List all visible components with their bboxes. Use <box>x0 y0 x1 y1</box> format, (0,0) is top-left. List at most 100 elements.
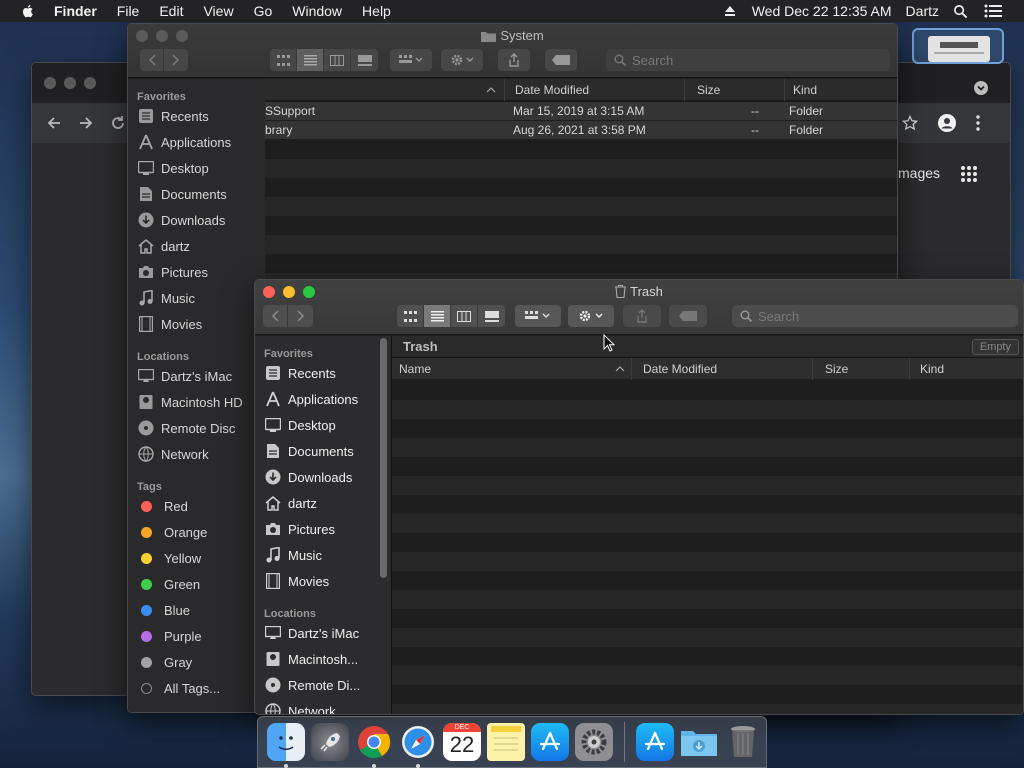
dock-launchpad[interactable] <box>311 723 349 761</box>
system-sidebar-movies[interactable]: Movies <box>128 311 265 337</box>
dock-chrome[interactable] <box>355 723 393 768</box>
file-row[interactable]: brary Aug 26, 2021 at 3:58 PM -- Folder <box>265 121 897 140</box>
trash-sidebar-music[interactable]: Music <box>255 542 391 568</box>
trash-back-button[interactable] <box>263 305 288 327</box>
trash-share-button[interactable] <box>623 305 661 327</box>
trash-sidebar-macintosh-hd[interactable]: Macintosh... <box>255 646 391 672</box>
system-search-field[interactable] <box>606 49 890 71</box>
dock-app-store[interactable] <box>531 723 569 761</box>
google-apps-icon[interactable] <box>961 166 977 182</box>
dock-trash[interactable] <box>724 723 762 761</box>
forward-arrow-icon[interactable] <box>78 115 94 131</box>
tag-item-blue[interactable]: Blue <box>128 597 265 623</box>
icon-view-button[interactable] <box>270 49 297 71</box>
system-sidebar-home[interactable]: dartz <box>128 233 265 259</box>
tag-item-orange[interactable]: Orange <box>128 519 265 545</box>
system-group-button[interactable] <box>390 49 432 71</box>
dock-calendar[interactable]: DEC 22 <box>443 723 481 761</box>
trash-sidebar-applications[interactable]: Applications <box>255 386 391 412</box>
trash-sidebar-imac[interactable]: Dartz's iMac <box>255 620 391 646</box>
empty-trash-button[interactable]: Empty <box>971 338 1019 355</box>
system-back-button[interactable] <box>140 49 164 71</box>
tag-item-gray[interactable]: Gray <box>128 649 265 675</box>
column-view-button[interactable] <box>324 49 351 71</box>
menu-help[interactable]: Help <box>362 3 391 19</box>
system-sidebar-pictures[interactable]: Pictures <box>128 259 265 285</box>
system-view-switcher[interactable] <box>270 49 378 71</box>
gallery-view-button[interactable] <box>351 49 378 71</box>
eject-icon[interactable] <box>724 5 736 17</box>
gallery-view-button[interactable] <box>478 305 505 327</box>
system-kind-column-header[interactable]: Kind <box>785 79 897 101</box>
trash-sidebar-documents[interactable]: Documents <box>255 438 391 464</box>
trash-sidebar-downloads[interactable]: Downloads <box>255 464 391 490</box>
trash-sidebar-desktop[interactable]: Desktop <box>255 412 391 438</box>
tag-item-yellow[interactable]: Yellow <box>128 545 265 571</box>
dock-finder[interactable] <box>267 723 305 768</box>
tag-item-green[interactable]: Green <box>128 571 265 597</box>
trash-group-button[interactable] <box>515 305 561 327</box>
trash-sidebar-pictures[interactable]: Pictures <box>255 516 391 542</box>
system-sidebar-imac[interactable]: Dartz's iMac <box>128 363 265 389</box>
system-sidebar-remote-disc[interactable]: Remote Disc <box>128 415 265 441</box>
menu-file[interactable]: File <box>117 3 140 19</box>
trash-sidebar-home[interactable]: dartz <box>255 490 391 516</box>
tag-item-purple[interactable]: Purple <box>128 623 265 649</box>
menu-clock[interactable]: Wed Dec 22 12:35 AM <box>752 3 892 19</box>
notification-center-icon[interactable] <box>984 4 1002 18</box>
system-back-forward[interactable] <box>140 49 188 71</box>
trash-size-column-header[interactable]: Size <box>813 357 910 380</box>
trash-action-button[interactable] <box>568 305 614 327</box>
menu-edit[interactable]: Edit <box>159 3 183 19</box>
trash-sidebar-remote-disc[interactable]: Remote Di... <box>255 672 391 698</box>
trash-date-column-header[interactable]: Date Modified <box>632 357 813 380</box>
system-date-column-header[interactable]: Date Modified <box>505 78 685 101</box>
menu-go[interactable]: Go <box>254 3 273 19</box>
trash-forward-button[interactable] <box>288 305 313 327</box>
back-arrow-icon[interactable] <box>46 115 62 131</box>
dock-safari[interactable] <box>399 723 437 768</box>
system-sidebar-network[interactable]: Network <box>128 441 265 467</box>
trash-back-forward[interactable] <box>263 305 313 327</box>
file-row[interactable]: SSupport Mar 15, 2019 at 3:15 AM -- Fold… <box>265 102 897 121</box>
trash-search-input[interactable] <box>758 308 958 324</box>
trash-name-column-header[interactable]: Name <box>392 357 632 380</box>
list-view-button[interactable] <box>424 305 451 327</box>
system-share-button[interactable] <box>498 49 530 71</box>
trash-sidebar-movies[interactable]: Movies <box>255 568 391 594</box>
trash-sidebar-recents[interactable]: Recents <box>255 360 391 386</box>
system-sidebar-documents[interactable]: Documents <box>128 181 265 207</box>
list-view-button[interactable] <box>297 49 324 71</box>
column-view-button[interactable] <box>451 305 478 327</box>
system-size-column-header[interactable]: Size <box>685 78 785 101</box>
trash-kind-column-header[interactable]: Kind <box>910 358 1023 380</box>
reload-icon[interactable] <box>110 115 126 131</box>
menu-window[interactable]: Window <box>292 3 342 19</box>
icon-view-button[interactable] <box>397 305 424 327</box>
system-sidebar-recents[interactable]: Recents <box>128 103 265 129</box>
system-action-button[interactable] <box>441 49 483 71</box>
menu-view[interactable]: View <box>203 3 233 19</box>
trash-view-switcher[interactable] <box>397 305 505 327</box>
dock-notes[interactable] <box>487 723 525 761</box>
desktop-drive-selection[interactable] <box>912 28 1004 64</box>
system-sidebar-downloads[interactable]: Downloads <box>128 207 265 233</box>
bookmark-star-icon[interactable] <box>902 115 918 131</box>
system-sidebar-music[interactable]: Music <box>128 285 265 311</box>
menu-app-name[interactable]: Finder <box>54 3 97 19</box>
spotlight-icon[interactable] <box>953 4 968 19</box>
tag-item-red[interactable]: Red <box>128 493 265 519</box>
system-sidebar-all-tags[interactable]: All Tags... <box>128 675 265 701</box>
system-sidebar-macintosh-hd[interactable]: Macintosh HD <box>128 389 265 415</box>
browser-window-controls[interactable] <box>44 77 104 89</box>
browser-tab-dropdown-icon[interactable] <box>974 81 988 95</box>
menu-user[interactable]: Dartz <box>906 3 939 19</box>
images-link[interactable]: mages <box>898 165 940 181</box>
system-sidebar-applications[interactable]: Applications <box>128 129 265 155</box>
trash-search-field[interactable] <box>732 305 1018 327</box>
dock-downloads-folder[interactable] <box>680 723 718 761</box>
trash-sidebar-network[interactable]: Network <box>255 698 391 714</box>
system-name-column-header[interactable] <box>265 78 505 101</box>
system-sidebar-desktop[interactable]: Desktop <box>128 155 265 181</box>
profile-avatar-icon[interactable] <box>938 114 956 132</box>
